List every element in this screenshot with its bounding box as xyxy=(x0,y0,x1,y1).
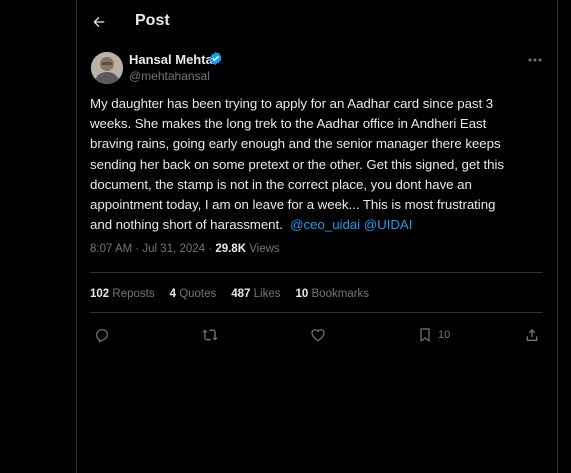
likes-label: Likes xyxy=(253,288,281,300)
like-icon xyxy=(311,329,325,342)
avatar-image xyxy=(91,52,123,84)
bookmark-icon xyxy=(420,328,430,342)
views-count: 29.8K xyxy=(215,243,246,255)
more-icon xyxy=(528,58,542,62)
tweet-text: My daughter has been trying to apply for… xyxy=(90,94,550,235)
post-column: Post Hansal Mehta @mehtahansal My daught… xyxy=(76,0,558,473)
like-button[interactable] xyxy=(310,323,326,347)
bookmarks-label: Bookmarks xyxy=(311,288,370,300)
reposts-count: 102 xyxy=(90,288,110,300)
tweet-line: weeks. She makes the long trek to the Aa… xyxy=(90,116,487,132)
tweet-line: My daughter has been trying to apply for… xyxy=(90,96,494,111)
more-button[interactable] xyxy=(525,52,545,68)
action-bar: 10 xyxy=(77,323,557,347)
author-name[interactable]: Hansal Mehta xyxy=(129,52,213,67)
share-icon xyxy=(526,329,538,341)
quotes-count: 4 xyxy=(169,288,176,300)
tweet-line: sending her back on some pretext or the … xyxy=(90,156,505,172)
avatar[interactable] xyxy=(91,52,123,84)
reply-icon xyxy=(96,329,108,343)
verified-badge-icon xyxy=(209,51,222,66)
tweet-line-last: and nothing short of harassment. @ceo_ui… xyxy=(90,215,550,235)
reply-button[interactable] xyxy=(94,323,110,347)
timestamp[interactable]: 8:07 AM · Jul 31, 2024 · xyxy=(90,243,212,255)
quotes-stat[interactable]: 4 Quotes xyxy=(170,288,217,300)
bookmarks-stat[interactable]: 10 Bookmarks xyxy=(296,288,370,300)
tweet-meta: 8:07 AM · Jul 31, 2024 · 29.8K Views xyxy=(90,243,280,255)
bookmark-count: 10 xyxy=(438,329,451,341)
back-button[interactable] xyxy=(85,8,113,36)
reposts-stat[interactable]: 102 Reposts xyxy=(90,288,155,300)
views-label: Views xyxy=(249,243,280,255)
header: Post xyxy=(77,0,557,44)
reposts-label: Reposts xyxy=(112,288,155,300)
engagement-stats: 102 Reposts 4 Quotes 487 Likes 10 Bookma… xyxy=(90,288,384,300)
likes-count: 487 xyxy=(231,288,251,300)
tweet-line: and nothing short of harassment. xyxy=(90,217,283,233)
back-arrow-icon xyxy=(93,16,105,28)
author-handle[interactable]: @mehtahansal xyxy=(129,69,210,83)
tweet-line: document, the stamp is not in the correc… xyxy=(90,176,472,192)
bookmarks-count: 10 xyxy=(295,288,309,300)
bookmark-button[interactable]: 10 xyxy=(417,323,450,347)
tweet-line: appointment today, I am on leave for a w… xyxy=(90,197,496,213)
share-button[interactable] xyxy=(524,323,540,347)
page-title: Post xyxy=(135,12,170,29)
divider xyxy=(90,312,543,313)
mention-link[interactable]: @ceo_uidai xyxy=(290,217,360,232)
tweet-line: braving rains, going early enough and th… xyxy=(90,136,501,152)
repost-button[interactable] xyxy=(202,323,218,347)
divider xyxy=(90,272,543,273)
likes-stat[interactable]: 487 Likes xyxy=(231,288,280,300)
mention-link[interactable]: @UIDAI xyxy=(364,217,413,232)
repost-icon xyxy=(202,329,218,341)
quotes-label: Quotes xyxy=(179,288,217,300)
